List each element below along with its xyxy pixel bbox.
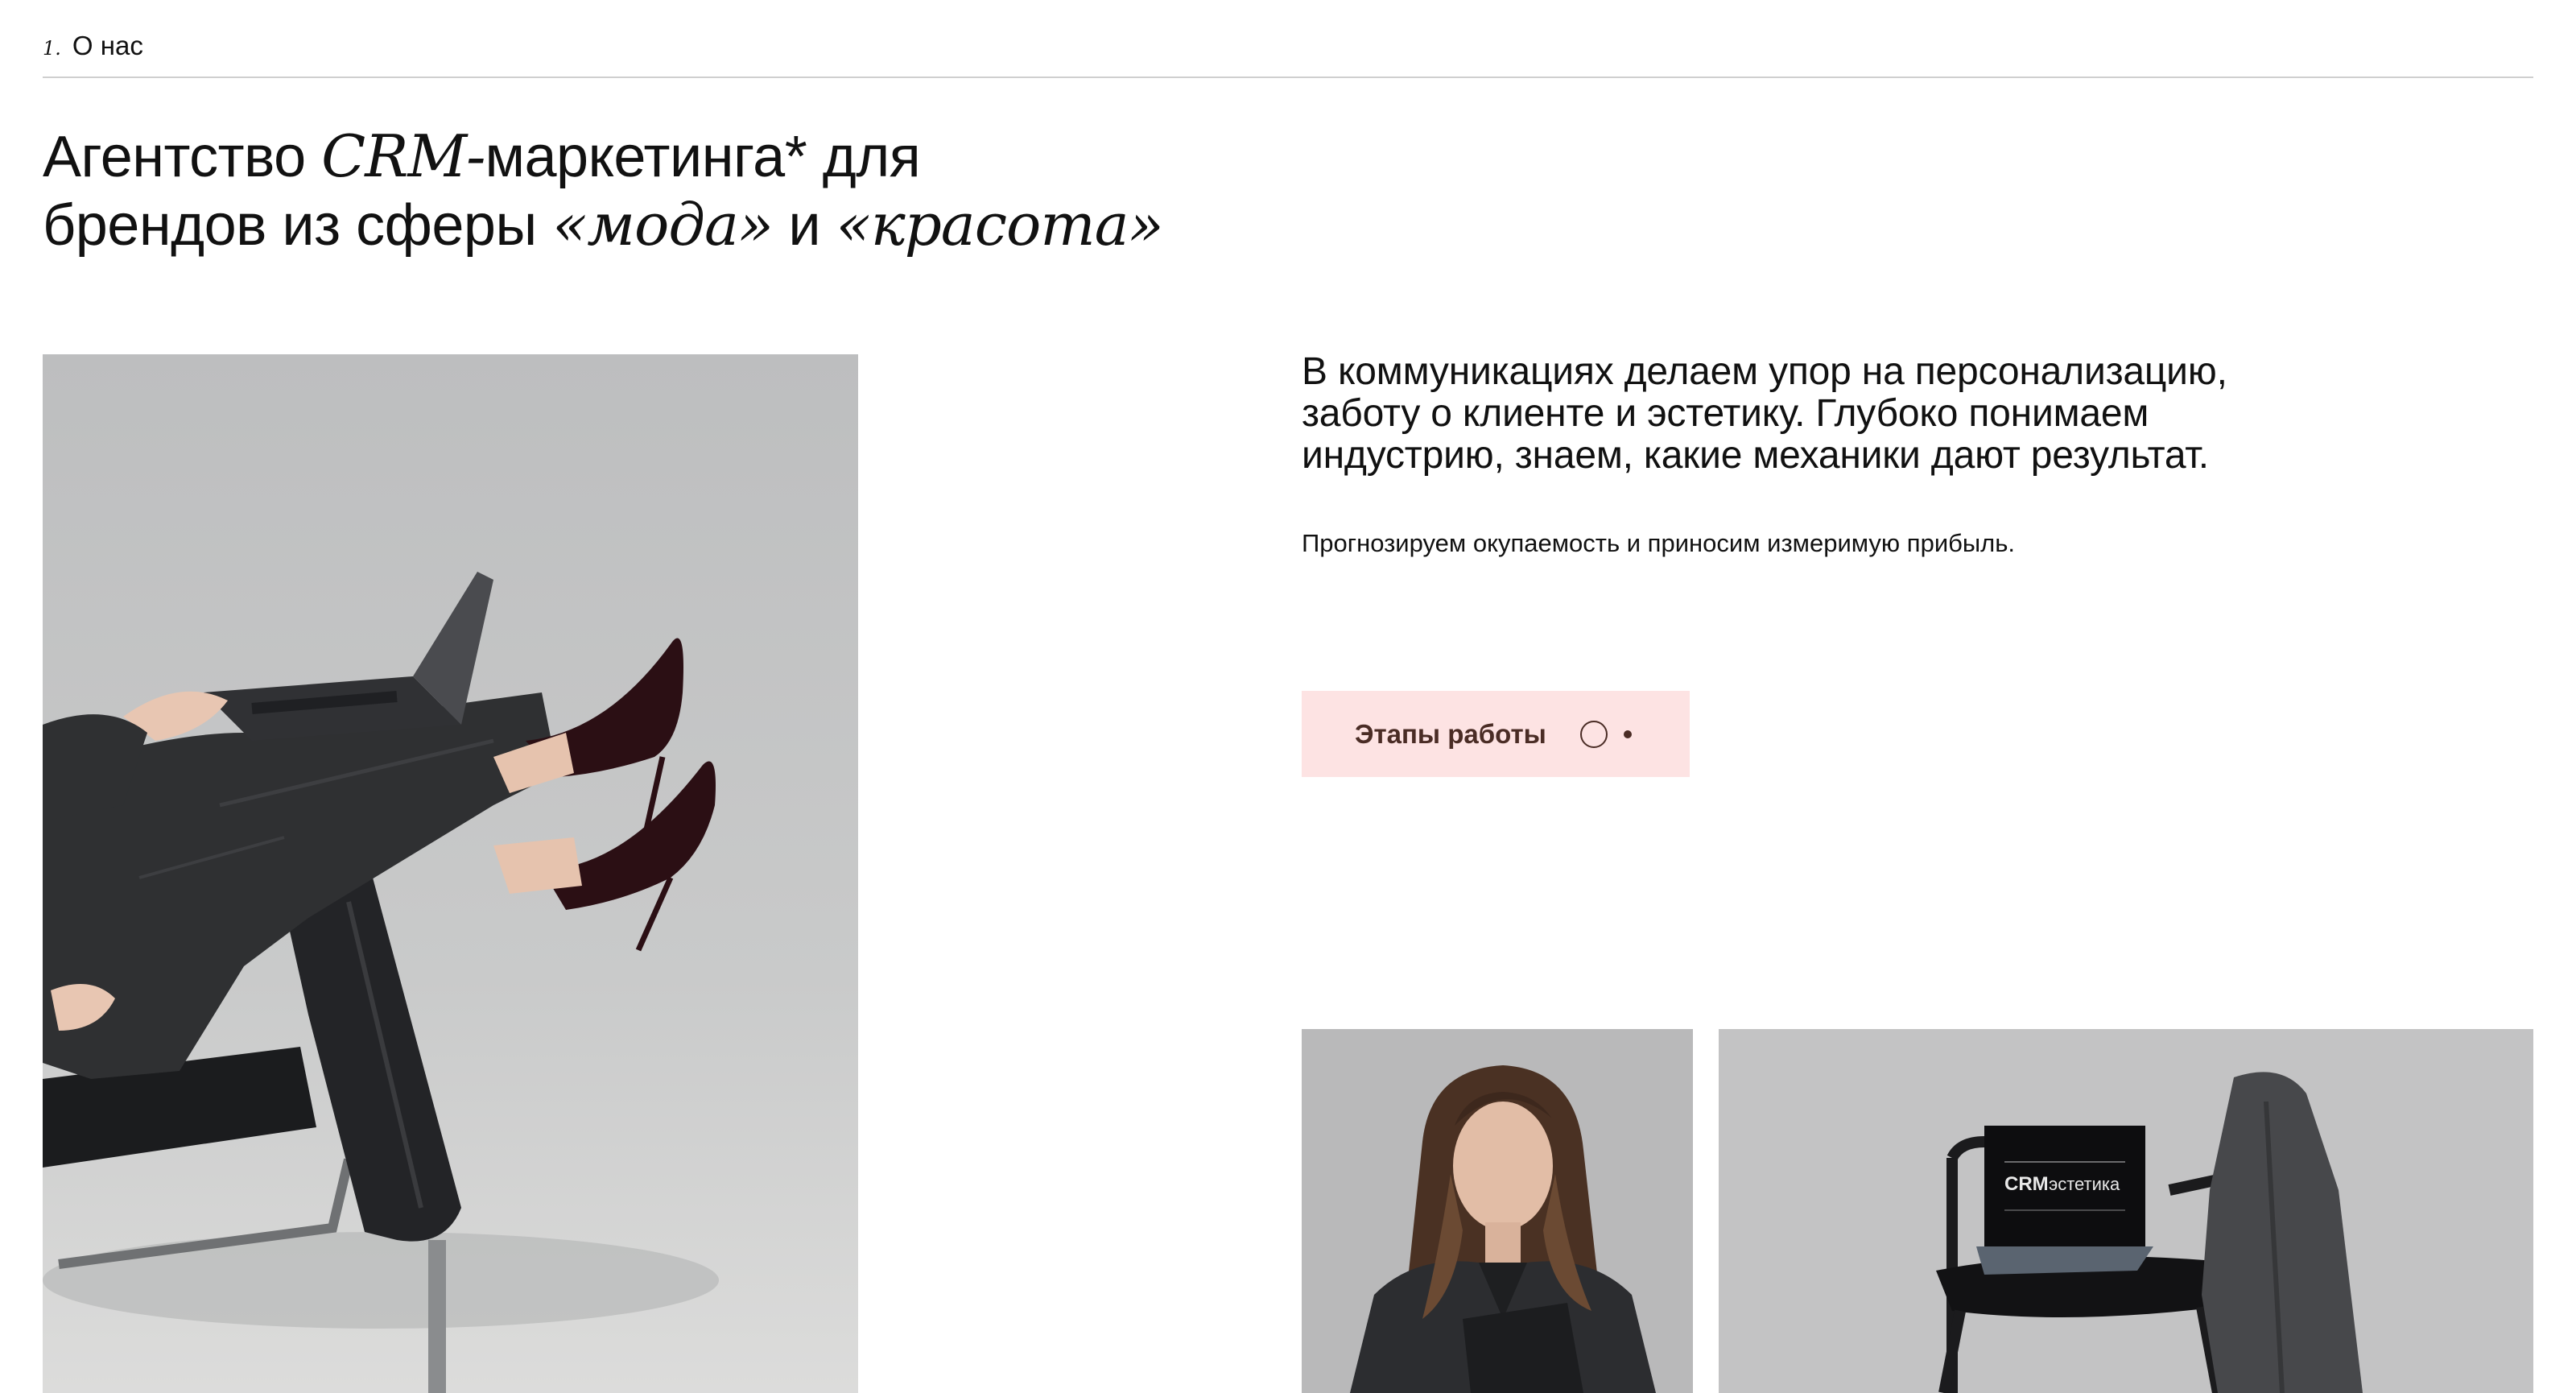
hero-photo (43, 354, 858, 1393)
lead-line: В коммуникациях делаем упор на персонали… (1302, 350, 2227, 393)
section-number: 1. (43, 37, 61, 60)
screen-logo-light: эстетика (2049, 1174, 2120, 1194)
section-title: О нас (72, 31, 143, 60)
photo-woman-portrait-icon (1302, 1029, 1693, 1393)
lead-paragraph: В коммуникациях делаем упор на персонали… (1302, 351, 2348, 477)
page-headline: Агентство CRM-маркетинга* для брендов из… (43, 122, 1164, 259)
headline-text: брендов из сферы (43, 193, 553, 258)
portrait-photo (1302, 1029, 1693, 1393)
screen-logo-bold: CRM (2004, 1173, 2049, 1195)
circle-icon (1579, 720, 1608, 748)
work-stages-button[interactable]: Этапы работы (1302, 691, 1690, 777)
headline-accent-crm: CRM- (321, 122, 485, 190)
lead-line: индустрию, знаем, какие механики дают ре… (1302, 434, 2209, 477)
work-stages-label: Этапы работы (1355, 718, 1546, 749)
headline-text: маркетинга* для (485, 125, 921, 189)
headline-text: и (772, 193, 836, 258)
section-divider (43, 76, 2533, 78)
photo-chair-with-laptop-icon: CRM эстетика (1719, 1029, 2533, 1393)
headline-accent-beauty: «красота» (836, 191, 1164, 258)
chair-laptop-photo: CRM эстетика (1719, 1029, 2533, 1393)
lead-line: заботу о клиенте и эстетику. Глубоко пон… (1302, 392, 2149, 435)
sub-paragraph: Прогнозируем окупаемость и приносим изме… (1302, 529, 2016, 557)
headline-accent-fashion: «мода» (552, 191, 774, 258)
section-label: 1. О нас (43, 31, 143, 61)
headline-line-2: брендов из сферы «мода» и «красота» (43, 191, 1164, 259)
dot-icon (1623, 730, 1632, 738)
headline-line-1: Агентство CRM-маркетинга* для (43, 122, 1163, 191)
photo-woman-in-chair-with-laptop-icon (43, 354, 858, 1393)
headline-text: Агентство (43, 125, 322, 189)
